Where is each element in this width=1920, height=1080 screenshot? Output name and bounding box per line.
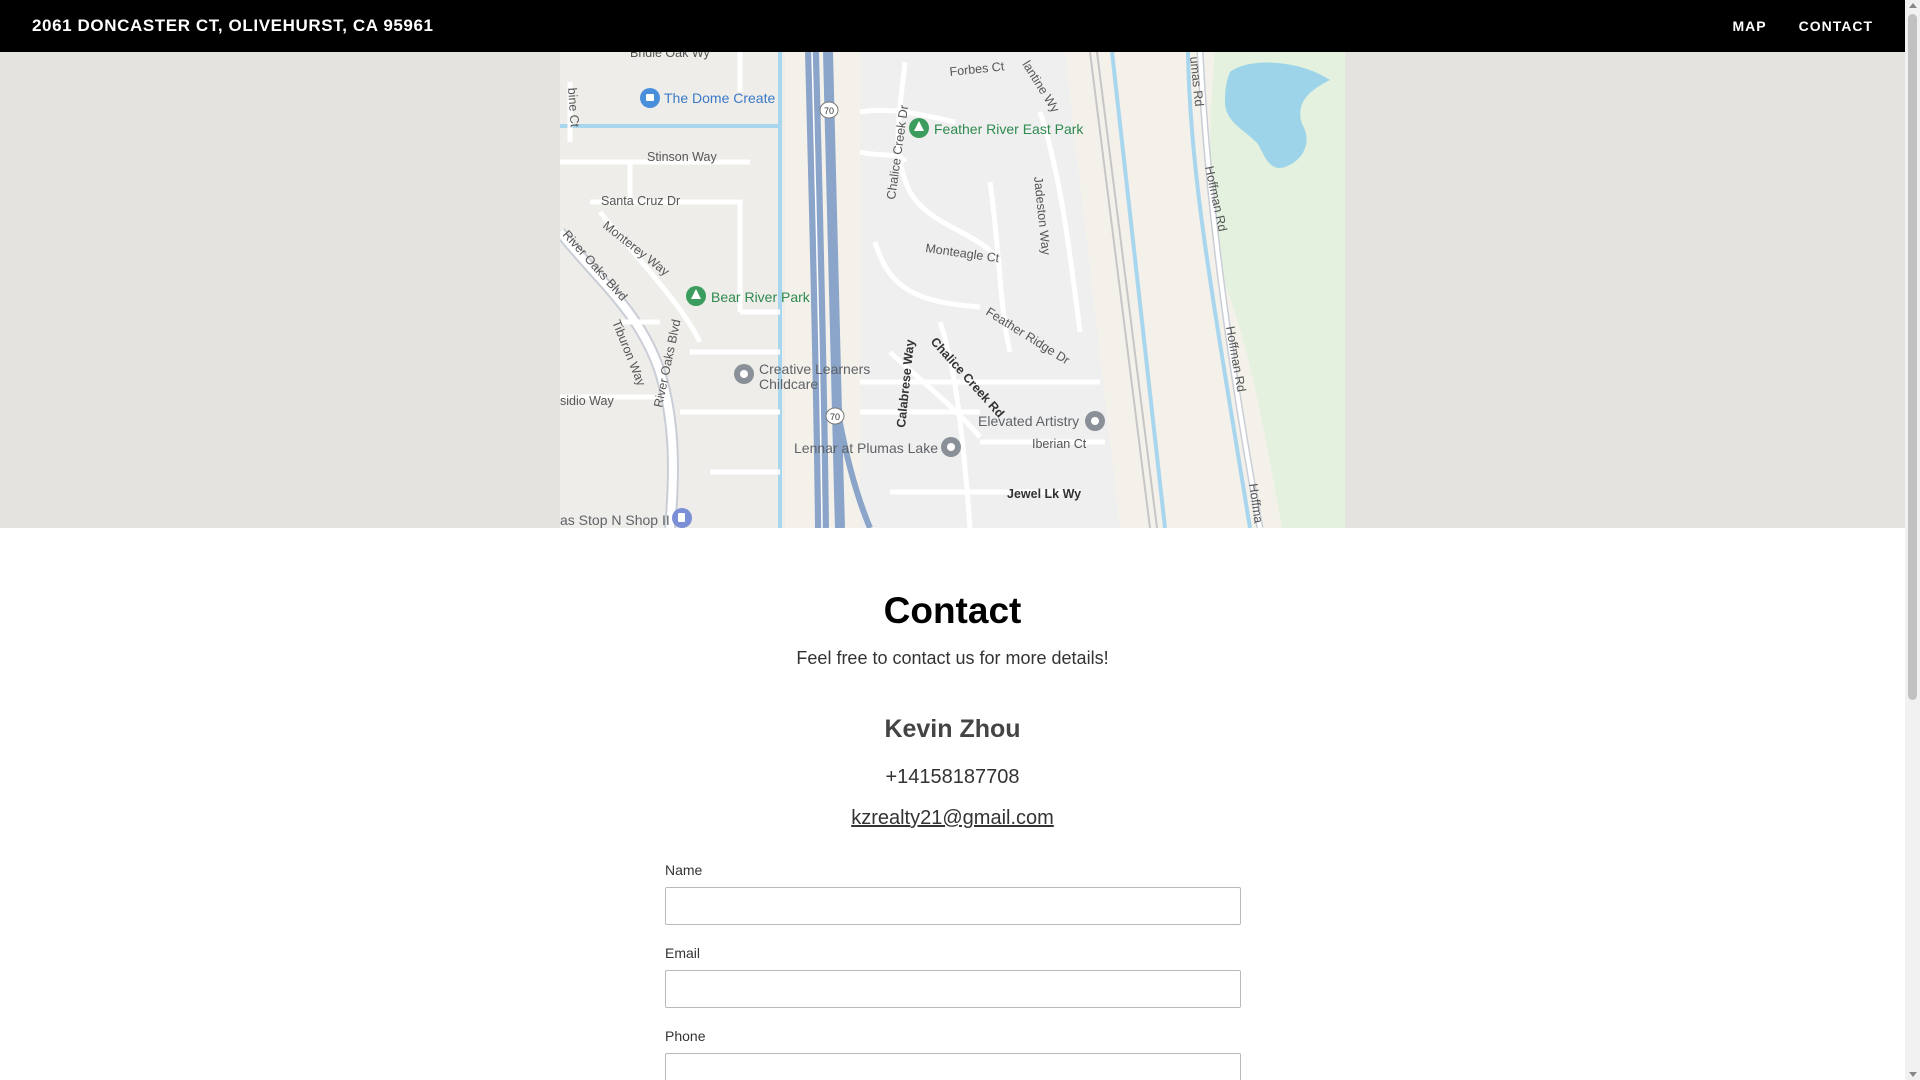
contact-section: Contact Feel free to contact us for more… bbox=[0, 528, 1905, 830]
email-label: Email bbox=[665, 945, 701, 961]
map-section: 70 70 Bridle Oak Wy Forbes Ct lantine Wy… bbox=[0, 52, 1905, 528]
page: 2061 DONCASTER CT, OLIVEHURST, CA 95961 … bbox=[0, 0, 1920, 1080]
nav-map[interactable]: MAP bbox=[1732, 18, 1766, 34]
map-view[interactable]: 70 70 Bridle Oak Wy Forbes Ct lantine Wy… bbox=[560, 52, 1345, 528]
street-label: Santa Cruz Dr bbox=[601, 194, 680, 208]
phone-label: Phone bbox=[665, 1028, 706, 1044]
agent-phone: +14158187708 bbox=[885, 766, 1020, 788]
street-label: Iberian Ct bbox=[1032, 437, 1087, 451]
email-input[interactable] bbox=[665, 970, 1241, 1008]
name-field: Name bbox=[665, 862, 1241, 925]
svg-text:Bear River Park: Bear River Park bbox=[711, 289, 811, 305]
hwy-70-shield-north: 70 bbox=[819, 101, 839, 119]
scroll-up-icon[interactable] bbox=[1909, 3, 1917, 8]
name-label: Name bbox=[665, 862, 703, 878]
nav-contact[interactable]: CONTACT bbox=[1799, 18, 1873, 34]
email-field: Email bbox=[665, 945, 1241, 1008]
svg-text:Elevated Artistry: Elevated Artistry bbox=[978, 413, 1079, 429]
svg-text:70: 70 bbox=[824, 106, 834, 116]
hwy-70-shield-south: 70 bbox=[825, 407, 845, 425]
agent-email-link[interactable]: kzrealty21@gmail.com bbox=[851, 807, 1054, 830]
contact-form: Name Email Phone bbox=[665, 862, 1241, 1080]
scroll-thumb[interactable] bbox=[1908, 14, 1917, 700]
street-label: Stinson Way bbox=[647, 150, 717, 164]
street-label: bine Ct bbox=[565, 87, 582, 128]
contact-heading: Contact bbox=[883, 590, 1022, 631]
svg-text:Childcare: Childcare bbox=[759, 376, 818, 392]
svg-text:Feather River East Park: Feather River East Park bbox=[934, 121, 1084, 137]
svg-text:The Dome Create: The Dome Create bbox=[664, 90, 775, 106]
street-label: Jewel Lk Wy bbox=[1007, 487, 1081, 501]
street-label: Bridle Oak Wy bbox=[630, 52, 711, 60]
poi-lennar[interactable]: Lennar at Plumas Lake bbox=[794, 437, 961, 457]
contact-subtitle: Feel free to contact us for more details… bbox=[796, 648, 1109, 668]
svg-text:Creative Learners: Creative Learners bbox=[759, 361, 870, 377]
agent-name: Kevin Zhou bbox=[884, 715, 1021, 743]
street-label: sidio Way bbox=[560, 394, 614, 408]
scroll-down-icon[interactable] bbox=[1909, 1072, 1917, 1077]
svg-text:Lennar at Plumas Lake: Lennar at Plumas Lake bbox=[794, 440, 938, 456]
page-scrollbar[interactable] bbox=[1905, 0, 1920, 1080]
phone-field: Phone bbox=[665, 1028, 1241, 1080]
svg-text:as Stop N Shop II: as Stop N Shop II bbox=[560, 512, 670, 528]
top-bar: 2061 DONCASTER CT, OLIVEHURST, CA 95961 … bbox=[0, 0, 1905, 52]
site-title[interactable]: 2061 DONCASTER CT, OLIVEHURST, CA 95961 bbox=[32, 16, 434, 36]
main-nav: MAP CONTACT bbox=[1732, 18, 1873, 34]
phone-input[interactable] bbox=[665, 1053, 1241, 1080]
scroll-area: 2061 DONCASTER CT, OLIVEHURST, CA 95961 … bbox=[0, 0, 1905, 1080]
svg-text:70: 70 bbox=[830, 412, 840, 422]
poi-feather-river-east-park[interactable]: Feather River East Park bbox=[909, 118, 1084, 138]
name-input[interactable] bbox=[665, 887, 1241, 925]
